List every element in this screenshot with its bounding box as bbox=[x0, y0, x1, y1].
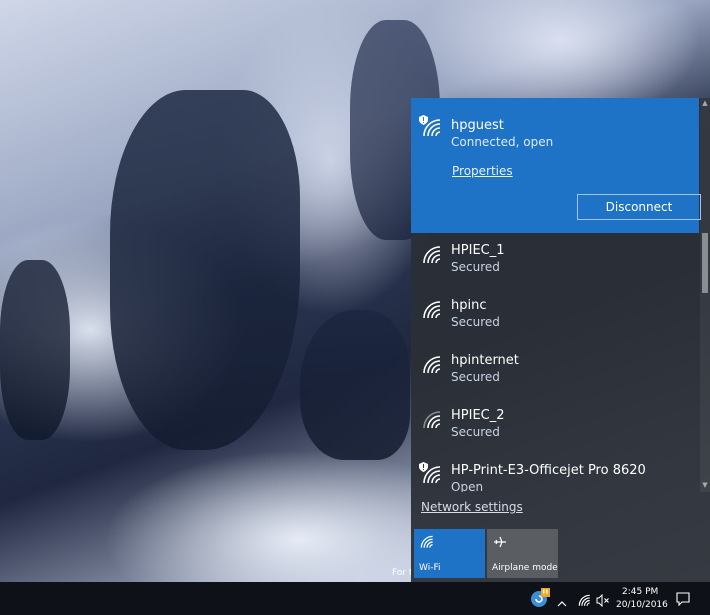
chevron-up-icon[interactable] bbox=[557, 594, 567, 607]
forest-shape bbox=[300, 310, 410, 460]
shield-warning-icon bbox=[419, 462, 428, 472]
network-status: Secured bbox=[451, 260, 500, 274]
airplane-icon bbox=[493, 534, 507, 548]
shield-warning-icon bbox=[419, 115, 428, 125]
network-list-item[interactable]: HPIEC_1 Secured bbox=[411, 233, 699, 287]
airplane-mode-tile[interactable]: Airplane mode bbox=[487, 529, 558, 578]
scroll-thumb[interactable] bbox=[702, 233, 708, 293]
forest-shape bbox=[0, 260, 70, 440]
clock-time[interactable]: 2:45 PM bbox=[622, 587, 658, 597]
wifi-toggle-tile[interactable]: Wi-Fi bbox=[414, 529, 485, 578]
app-warning-icon[interactable] bbox=[530, 588, 550, 608]
desktop-watermark: For t bbox=[392, 568, 413, 578]
network-name: HPIEC_2 bbox=[451, 408, 505, 423]
notification-icon[interactable] bbox=[676, 591, 690, 607]
wifi-icon bbox=[422, 355, 442, 375]
wifi-icon bbox=[419, 115, 442, 138]
wifi-icon bbox=[419, 462, 442, 485]
disconnect-button[interactable]: Disconnect bbox=[577, 194, 701, 220]
network-flyout: hpguest Connected, open Properties Disco… bbox=[411, 98, 710, 582]
network-list-scrollbar[interactable]: ▲ ▼ bbox=[700, 98, 710, 492]
network-name: HPIEC_1 bbox=[451, 243, 505, 258]
scroll-up-icon[interactable]: ▲ bbox=[700, 98, 710, 108]
network-list-item[interactable]: HP-Print-E3-Officejet Pro 8620 Open bbox=[411, 453, 699, 492]
properties-link[interactable]: Properties bbox=[452, 164, 513, 178]
wifi-icon bbox=[420, 534, 434, 548]
network-status: Secured bbox=[451, 425, 500, 439]
forest-shape bbox=[110, 90, 300, 450]
scroll-down-icon[interactable]: ▼ bbox=[700, 480, 710, 490]
network-name: HP-Print-E3-Officejet Pro 8620 bbox=[451, 463, 646, 478]
network-status: Secured bbox=[451, 315, 500, 329]
tile-label: Wi-Fi bbox=[419, 563, 441, 573]
network-list-item[interactable]: HPIEC_2 Secured bbox=[411, 398, 699, 452]
network-list-item[interactable]: hpinternet Secured bbox=[411, 343, 699, 397]
network-name: hpguest bbox=[451, 118, 504, 133]
network-settings-link[interactable]: Network settings bbox=[421, 500, 523, 514]
connected-network[interactable]: hpguest Connected, open Properties Disco… bbox=[411, 98, 701, 233]
network-list-item[interactable]: hpinc Secured bbox=[411, 288, 699, 342]
wifi-icon bbox=[422, 300, 442, 320]
network-status: Open bbox=[451, 480, 484, 492]
network-status: Connected, open bbox=[451, 135, 554, 149]
clock-date[interactable]: 20/10/2016 bbox=[616, 600, 668, 610]
network-status: Secured bbox=[451, 370, 500, 384]
network-name: hpinternet bbox=[451, 353, 519, 368]
wifi-icon bbox=[422, 245, 442, 265]
network-name: hpinc bbox=[451, 298, 487, 313]
wifi-icon[interactable] bbox=[578, 592, 591, 606]
volume-muted-icon[interactable] bbox=[596, 592, 610, 608]
tile-label: Airplane mode bbox=[492, 563, 558, 573]
wifi-icon bbox=[422, 410, 442, 430]
